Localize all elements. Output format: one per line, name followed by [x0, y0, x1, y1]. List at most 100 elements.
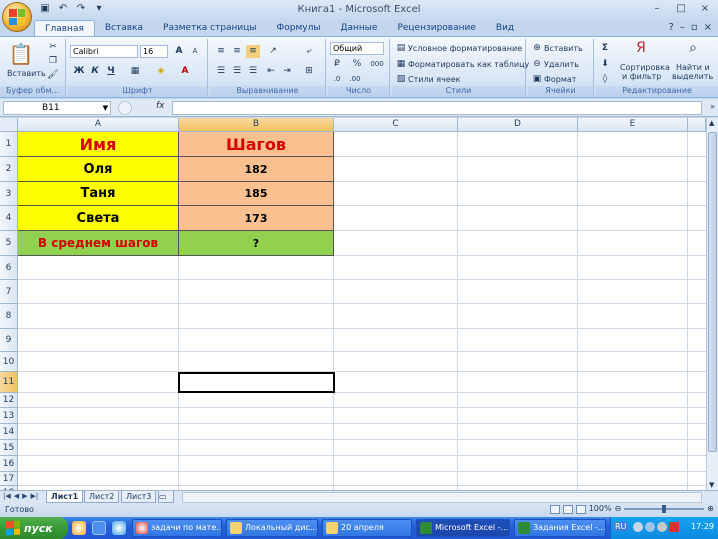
find-select-line1[interactable]: Найти и — [676, 63, 710, 72]
number-format-select[interactable]: Общий — [330, 42, 384, 55]
tab-review[interactable]: Рецензирование — [387, 20, 485, 37]
align-center-icon[interactable]: ☰ — [230, 65, 244, 78]
sheet-tab-3[interactable]: Лист3 — [121, 491, 157, 503]
zoom-in-icon[interactable]: ⊕ — [707, 504, 714, 513]
font-color-icon[interactable]: A — [178, 65, 192, 78]
horizontal-scrollbar[interactable] — [182, 492, 702, 503]
autosum-button[interactable]: Σ — [598, 42, 612, 55]
cut-icon[interactable]: ✂ — [46, 41, 60, 54]
row-header-8[interactable]: 8 — [0, 304, 18, 329]
vertical-scrollbar[interactable]: ▲ ▼ — [706, 118, 718, 490]
name-box[interactable]: B11 ▼ — [3, 101, 111, 115]
wrap-text-icon[interactable]: ⤶ — [302, 45, 316, 58]
cell-a2[interactable]: Оля — [18, 157, 179, 182]
taskbar-item-2[interactable]: Локальный дис... — [226, 519, 318, 537]
column-header-e[interactable]: E — [578, 118, 688, 132]
first-sheet-icon[interactable]: |◀ — [3, 492, 11, 500]
sort-filter-line2[interactable]: и фильтр — [622, 72, 661, 81]
row-header-17[interactable]: 17 — [0, 472, 18, 486]
format-as-table-button[interactable]: Форматировать как таблицу — [408, 60, 529, 69]
merge-cells-icon[interactable]: ⊞ — [302, 65, 316, 78]
align-bottom-icon[interactable]: ≡ — [246, 45, 260, 58]
selected-cell-b11[interactable] — [178, 372, 335, 393]
row-header-5[interactable]: 5 — [0, 231, 18, 256]
conditional-format-button[interactable]: Условное форматирование — [408, 44, 522, 53]
browser-icon[interactable] — [72, 521, 86, 535]
thousands-button[interactable]: 000 — [368, 58, 386, 71]
paste-icon[interactable]: 📋 — [8, 41, 34, 67]
format-cells-button[interactable]: Формат — [544, 75, 576, 84]
currency-icon[interactable]: ₽ — [330, 58, 344, 71]
show-desktop-icon[interactable] — [92, 521, 106, 535]
bold-button[interactable]: Ж — [72, 65, 86, 78]
cell-b2[interactable]: 182 — [179, 157, 334, 182]
insert-sheet-icon[interactable]: ▭ — [158, 491, 174, 503]
workbook-close-icon[interactable]: × — [704, 22, 712, 33]
next-sheet-icon[interactable]: ▶ — [22, 492, 27, 500]
scroll-up-icon[interactable]: ▲ — [709, 119, 714, 127]
row-header-1[interactable]: 1 — [0, 132, 18, 157]
cell-b4[interactable]: 173 — [179, 206, 334, 231]
row-header-16[interactable]: 16 — [0, 456, 18, 472]
tab-formulas[interactable]: Формулы — [267, 20, 331, 37]
taskbar-item-1[interactable]: задачи по мате... — [132, 519, 222, 537]
cell-b1[interactable]: Шагов — [179, 132, 334, 157]
cell-b5[interactable]: ? — [179, 231, 334, 256]
increase-decimal-icon[interactable]: .0 — [330, 73, 344, 86]
page-layout-view-icon[interactable] — [563, 505, 573, 514]
media-icon[interactable] — [112, 521, 126, 535]
decrease-decimal-icon[interactable]: .00 — [348, 73, 362, 86]
row-header-12[interactable]: 12 — [0, 393, 18, 408]
format-painter-icon[interactable]: 🖌 — [46, 69, 60, 82]
maximize-button[interactable]: □ — [670, 1, 692, 17]
tab-home[interactable]: Главная — [34, 20, 95, 37]
row-header-6[interactable]: 6 — [0, 256, 18, 280]
last-sheet-icon[interactable]: ▶| — [31, 492, 39, 500]
row-header-10[interactable]: 10 — [0, 352, 18, 372]
page-break-view-icon[interactable] — [576, 505, 586, 514]
sheet-tab-1[interactable]: Лист1 — [46, 491, 84, 503]
column-header-a[interactable]: A — [18, 118, 179, 132]
align-middle-icon[interactable]: ≡ — [230, 45, 244, 58]
row-header-2[interactable]: 2 — [0, 157, 18, 182]
align-right-icon[interactable]: ☰ — [246, 65, 260, 78]
row-header-13[interactable]: 13 — [0, 408, 18, 424]
copy-icon[interactable]: ❐ — [46, 55, 60, 68]
formula-input[interactable] — [172, 101, 702, 115]
percent-button[interactable]: % — [350, 58, 364, 71]
workbook-minimize-icon[interactable]: – — [680, 22, 685, 33]
clock[interactable]: 17:29 — [691, 522, 714, 531]
minimize-button[interactable]: – — [646, 1, 668, 17]
column-header-b[interactable]: B — [179, 118, 334, 132]
grow-font-icon[interactable]: A — [172, 45, 186, 58]
sheet-tab-2[interactable]: Лист2 — [84, 491, 120, 503]
orientation-icon[interactable]: ↗ — [266, 45, 280, 58]
insert-cells-button[interactable]: Вставить — [544, 44, 583, 53]
start-button[interactable]: пуск — [0, 517, 68, 539]
name-box-dropdown-icon[interactable]: ▼ — [103, 102, 108, 114]
row-header-11[interactable]: 11 — [0, 372, 18, 393]
find-select-line2[interactable]: выделить — [672, 72, 713, 81]
column-header-d[interactable]: D — [458, 118, 578, 132]
row-header-4[interactable]: 4 — [0, 206, 18, 231]
zoom-level[interactable]: 100% — [589, 504, 612, 513]
tab-insert[interactable]: Вставка — [95, 20, 153, 37]
tray-volume-icon[interactable] — [657, 522, 667, 532]
decrease-indent-icon[interactable]: ⇤ — [264, 65, 278, 78]
zoom-out-icon[interactable]: ⊖ — [615, 504, 622, 513]
tray-app-icon[interactable] — [633, 522, 643, 532]
close-button[interactable]: × — [694, 1, 716, 17]
prev-sheet-icon[interactable]: ◀ — [14, 492, 19, 500]
select-all-corner[interactable] — [0, 118, 18, 132]
clear-icon[interactable]: ◊ — [598, 73, 612, 86]
taskbar-item-3[interactable]: 20 апреля — [322, 519, 412, 537]
column-header-f[interactable] — [688, 118, 706, 132]
row-header-9[interactable]: 9 — [0, 329, 18, 352]
row-header-14[interactable]: 14 — [0, 424, 18, 440]
zoom-slider-knob[interactable] — [662, 504, 667, 513]
font-name-select[interactable]: Calibri — [70, 45, 138, 58]
delete-cells-button[interactable]: Удалить — [544, 60, 579, 69]
cell-a5[interactable]: В среднем шагов — [18, 231, 179, 256]
cell-a4[interactable]: Света — [18, 206, 179, 231]
align-left-icon[interactable]: ☰ — [214, 65, 228, 78]
